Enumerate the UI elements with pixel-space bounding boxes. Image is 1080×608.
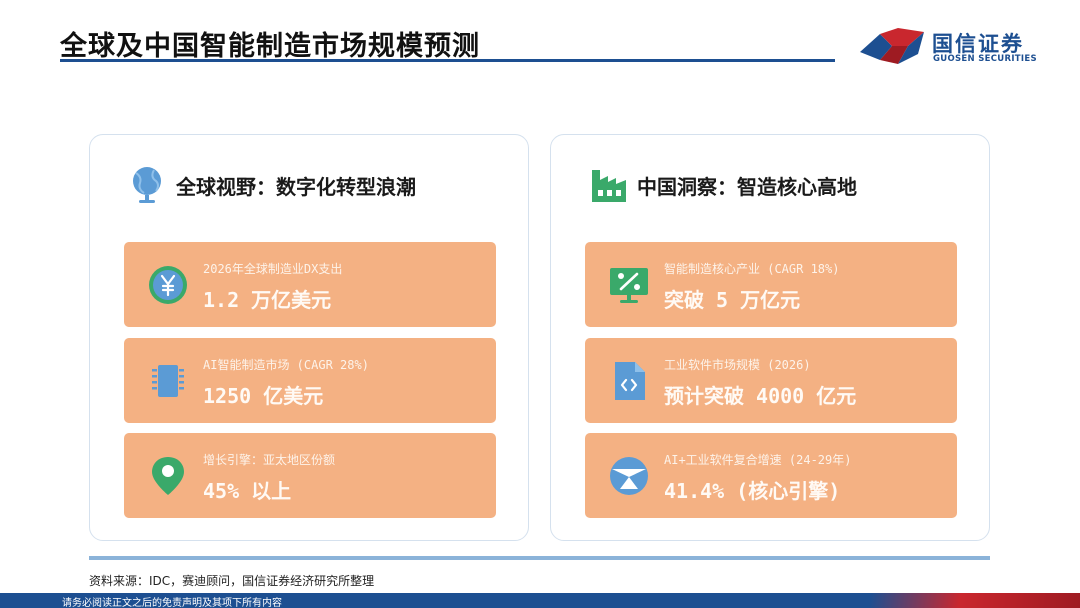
- compass-icon: [607, 454, 651, 498]
- stat-label: 增长引擎：亚太地区份额: [203, 453, 336, 467]
- code-file-icon: [607, 359, 651, 403]
- stat-card: 2026年全球制造业DX支出 1.2 万亿美元: [124, 242, 496, 327]
- stat-value: 45% 以上: [203, 479, 292, 503]
- stat-card: AI智能制造市场 (CAGR 28%) 1250 亿美元: [124, 338, 496, 423]
- stat-label: 智能制造核心产业 (CAGR 18%): [664, 262, 840, 276]
- stat-label: AI+工业软件复合增速 (24-29年): [664, 453, 852, 467]
- stat-label: 工业软件市场规模 (2026): [664, 358, 811, 372]
- stat-card: AI+工业软件复合增速 (24-29年) 41.4% (核心引擎): [585, 433, 957, 518]
- logo-text-en: GUOSEN SECURITIES: [933, 54, 1037, 64]
- guosen-logo-mark-icon: [860, 28, 924, 64]
- footer-bar: 请务必阅读正文之后的免责声明及其项下所有内容: [0, 593, 1080, 608]
- panel-china: 中国洞察：智造核心高地 智能制造核心产业 (CAGR 18%) 突破 5 万亿元…: [550, 134, 990, 541]
- location-pin-icon: [146, 454, 190, 498]
- stat-card: 智能制造核心产业 (CAGR 18%) 突破 5 万亿元: [585, 242, 957, 327]
- yen-coin-icon: [146, 263, 190, 307]
- page-title: 全球及中国智能制造市场规模预测: [60, 31, 480, 62]
- chip-icon: [146, 359, 190, 403]
- panel-title: 中国洞察：智造核心高地: [637, 174, 857, 199]
- title-underline: [60, 59, 835, 62]
- stat-label: 2026年全球制造业DX支出: [203, 262, 343, 276]
- footer-accent: [780, 593, 1080, 608]
- source-note: 资料来源：IDC，赛迪顾问，国信证券经济研究所整理: [89, 574, 375, 588]
- panel-global: 全球视野：数字化转型浪潮 2026年全球制造业DX支出 1.2 万亿美元 AI智…: [89, 134, 529, 541]
- panel-header: 中国洞察：智造核心高地: [589, 165, 857, 205]
- disclaimer-text: 请务必阅读正文之后的免责声明及其项下所有内容: [62, 598, 282, 608]
- stat-value: 突破 5 万亿元: [664, 288, 801, 312]
- panel-title: 全球视野：数字化转型浪潮: [176, 174, 416, 199]
- guosen-logo: 国信证券 GUOSEN SECURITIES: [858, 24, 1038, 68]
- factory-icon: [589, 165, 629, 205]
- panel-header: 全球视野：数字化转型浪潮: [128, 165, 416, 205]
- stat-label: AI智能制造市场 (CAGR 28%): [203, 358, 369, 372]
- stat-card: 增长引擎：亚太地区份额 45% 以上: [124, 433, 496, 518]
- stat-value: 41.4% (核心引擎): [664, 479, 841, 503]
- percent-monitor-icon: [607, 263, 651, 307]
- bottom-divider: [89, 556, 990, 560]
- stat-value: 1.2 万亿美元: [203, 288, 332, 312]
- stat-value: 1250 亿美元: [203, 384, 324, 408]
- stat-card: 工业软件市场规模 (2026) 预计突破 4000 亿元: [585, 338, 957, 423]
- stat-value: 预计突破 4000 亿元: [664, 384, 857, 408]
- globe-icon: [128, 165, 168, 205]
